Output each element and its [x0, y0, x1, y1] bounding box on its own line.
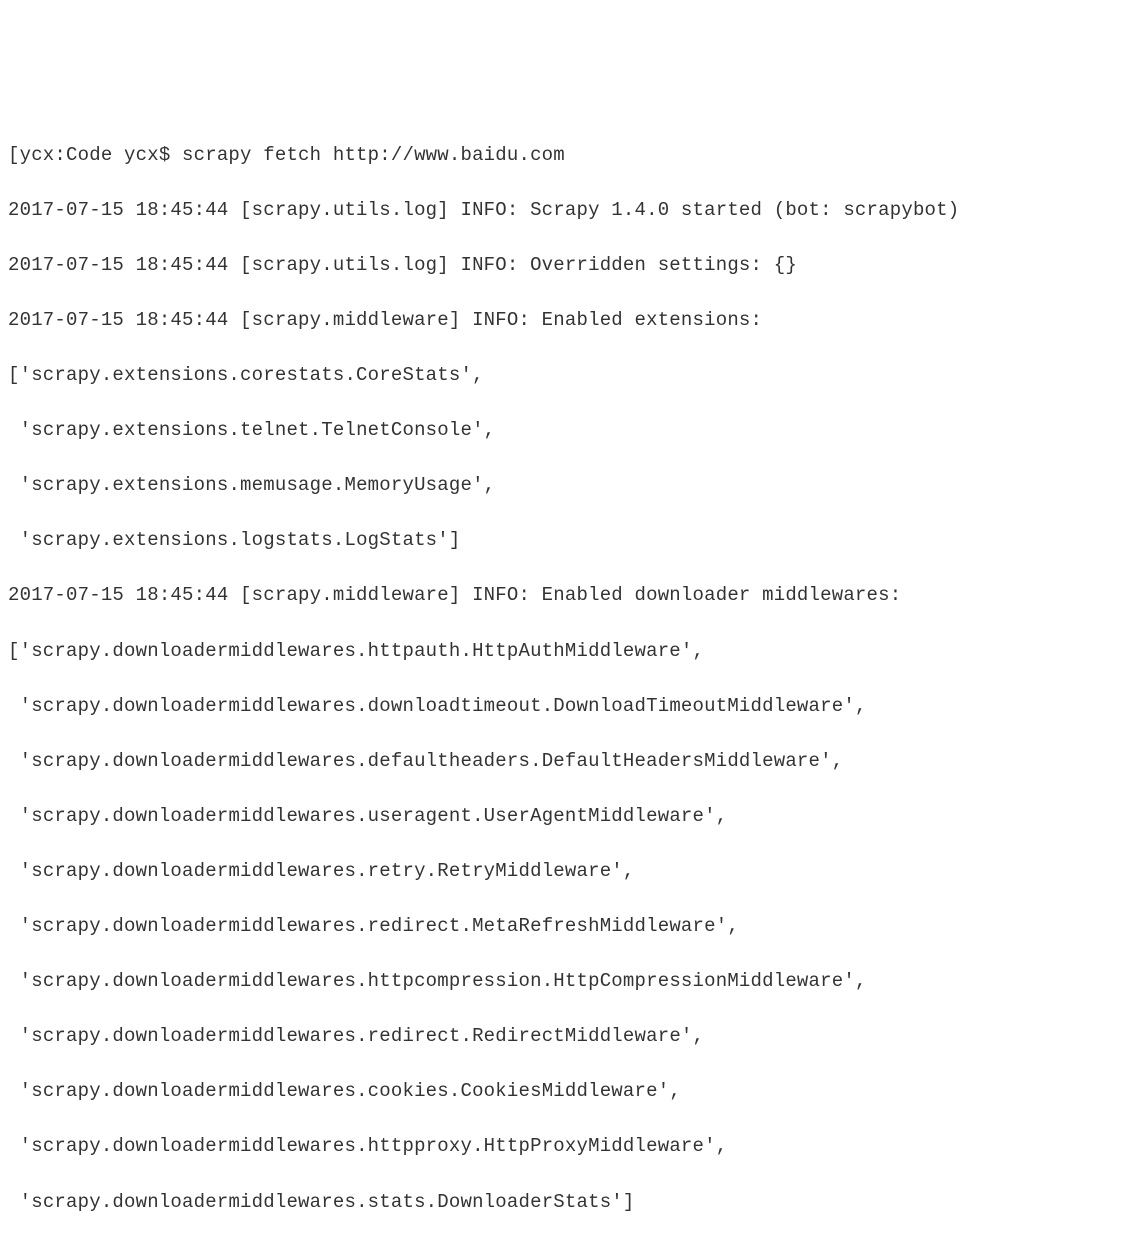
terminal-line: 'scrapy.downloadermiddlewares.httpcompre… — [8, 968, 1128, 996]
terminal-line: 'scrapy.downloadermiddlewares.cookies.Co… — [8, 1078, 1128, 1106]
terminal-line: 'scrapy.downloadermiddlewares.downloadti… — [8, 693, 1128, 721]
terminal-line: 'scrapy.extensions.telnet.TelnetConsole'… — [8, 417, 1128, 445]
terminal-line: ['scrapy.downloadermiddlewares.httpauth.… — [8, 638, 1128, 666]
terminal-line: 2017-07-15 18:45:44 [scrapy.utils.log] I… — [8, 252, 1128, 280]
terminal-line: 'scrapy.downloadermiddlewares.retry.Retr… — [8, 858, 1128, 886]
terminal-line: 'scrapy.downloadermiddlewares.redirect.R… — [8, 1023, 1128, 1051]
terminal-line: 'scrapy.downloadermiddlewares.httpproxy.… — [8, 1133, 1128, 1161]
terminal-line: 2017-07-15 18:45:44 [scrapy.middleware] … — [8, 582, 1128, 610]
terminal-line: [ycx:Code ycx$ scrapy fetch http://www.b… — [8, 142, 1128, 170]
terminal-line: 2017-07-15 18:45:44 [scrapy.utils.log] I… — [8, 197, 1128, 225]
terminal-output: [ycx:Code ycx$ scrapy fetch http://www.b… — [8, 114, 1128, 1240]
terminal-line: 'scrapy.downloadermiddlewares.defaulthea… — [8, 748, 1128, 776]
terminal-line: 'scrapy.downloadermiddlewares.redirect.M… — [8, 913, 1128, 941]
terminal-line: 'scrapy.downloadermiddlewares.stats.Down… — [8, 1189, 1128, 1217]
terminal-line: 'scrapy.downloadermiddlewares.useragent.… — [8, 803, 1128, 831]
terminal-line: 'scrapy.extensions.logstats.LogStats'] — [8, 527, 1128, 555]
terminal-line: 2017-07-15 18:45:44 [scrapy.middleware] … — [8, 307, 1128, 335]
terminal-line: 'scrapy.extensions.memusage.MemoryUsage'… — [8, 472, 1128, 500]
terminal-line: ['scrapy.extensions.corestats.CoreStats'… — [8, 362, 1128, 390]
